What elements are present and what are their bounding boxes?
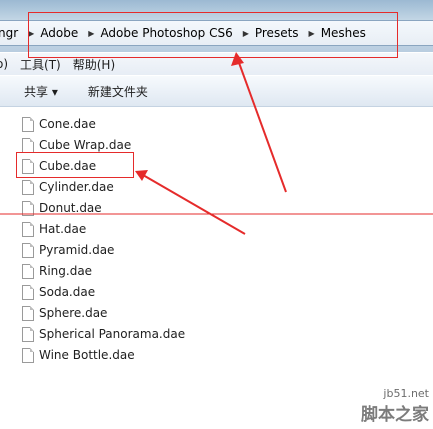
- watermark-name: 脚本之家: [361, 405, 429, 425]
- arrow-to-address-line: [237, 59, 287, 193]
- annotation-overlay: [0, 52, 433, 235]
- arrow-to-file-line: [142, 174, 246, 235]
- watermark: jb51.net 脚本之家: [361, 387, 429, 425]
- watermark-url: jb51.net: [383, 387, 429, 400]
- arrowhead-left: [135, 170, 148, 181]
- arrowhead-up: [231, 52, 244, 66]
